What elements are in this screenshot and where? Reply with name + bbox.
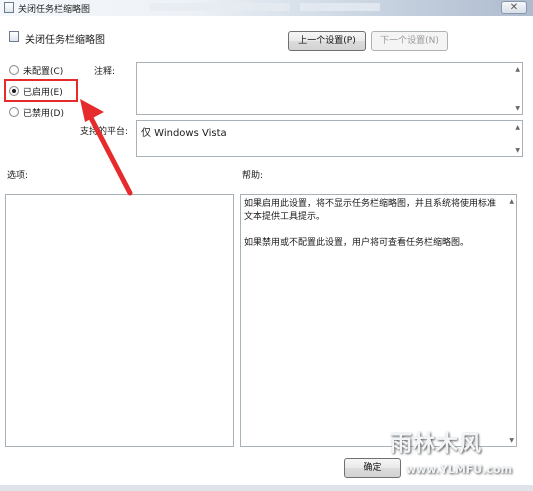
arrow-shaft <box>87 113 133 196</box>
watermark-url: www.YLMFU.com <box>406 463 513 476</box>
watermark-logo: 雨林木风 www.YLMFU.com <box>388 418 533 491</box>
watermark-text: 雨林木风 <box>390 432 483 457</box>
policy-dialog-window: 关闭任务栏缩略图 ✕ 关闭任务栏缩略图 上一个设置(P) 下一个设置(N) 未配… <box>0 0 533 491</box>
